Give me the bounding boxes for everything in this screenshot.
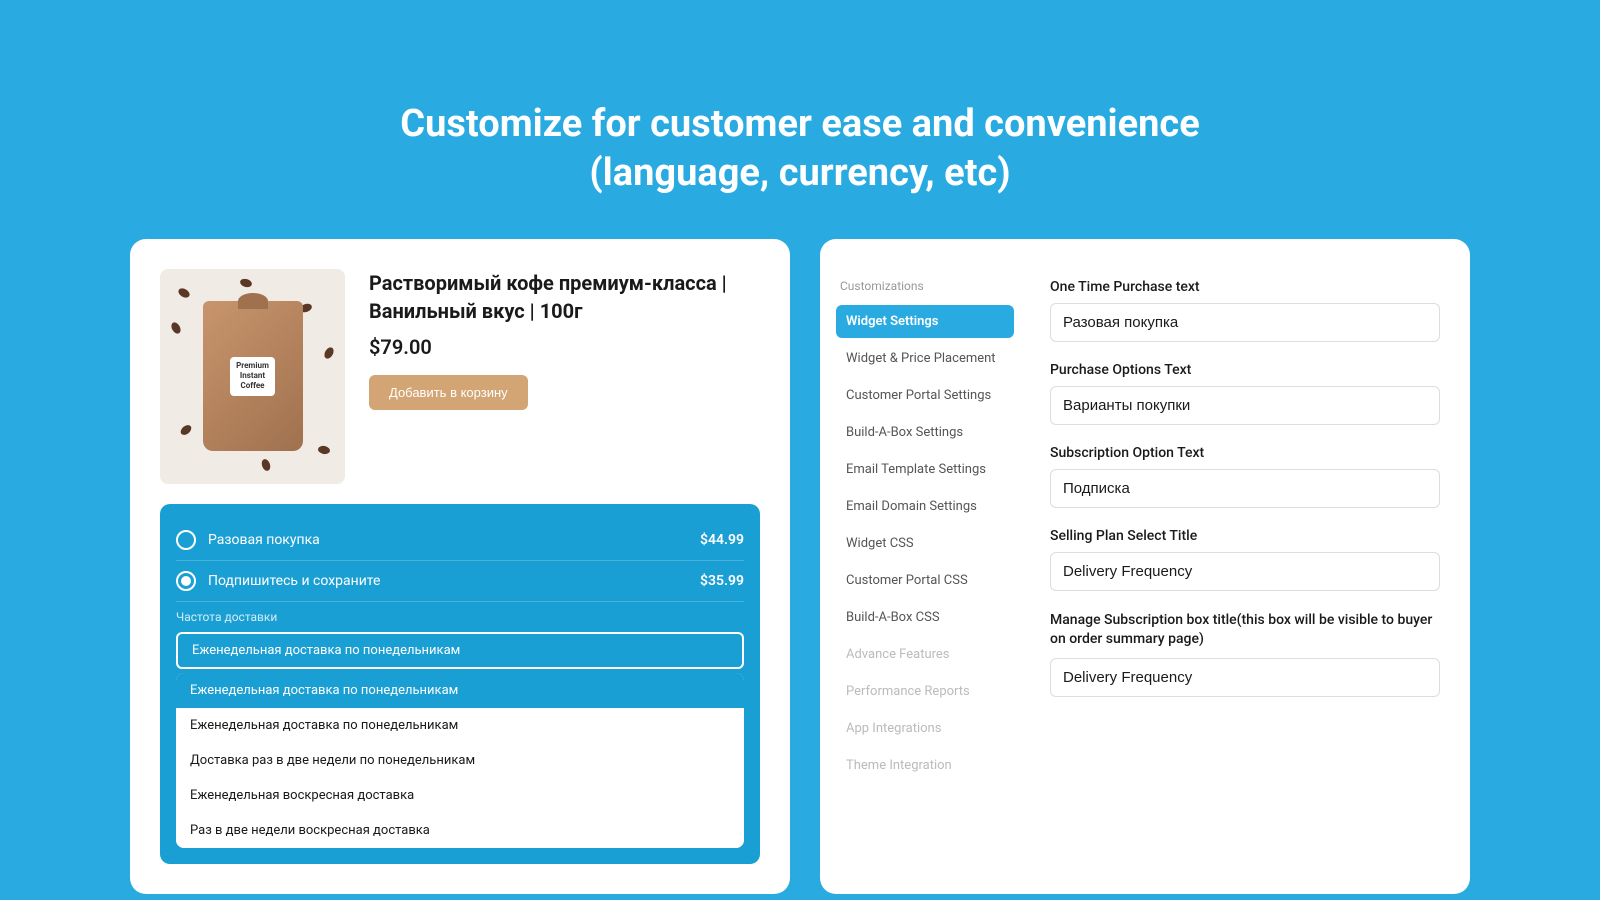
one-time-option[interactable]: Разовая покупка $44.99	[176, 520, 744, 561]
radio-one-time[interactable]	[176, 530, 196, 550]
frequency-item[interactable]: Раз в две недели воскресная доставка	[176, 813, 744, 848]
fields-container: One Time Purchase text Purchase Options T…	[1050, 279, 1440, 697]
field-label-3: Selling Plan Select Title	[1050, 528, 1440, 544]
sidebar-items: Widget Settings Widget & Price Placement C…	[836, 305, 1014, 782]
headline: Customize for customer ease and convenie…	[400, 50, 1199, 199]
field-label-1: Purchase Options Text	[1050, 362, 1440, 378]
one-time-label: Разовая покупка	[208, 532, 700, 548]
field-input-1[interactable]	[1050, 386, 1440, 425]
sidebar: Customizations Widget Settings Widget & P…	[820, 269, 1030, 864]
product-price: $79.00	[369, 335, 760, 359]
sidebar-item-customer-portal-settings[interactable]: Customer Portal Settings	[836, 379, 1014, 412]
purchase-options: Разовая покупка $44.99 Подпишитесь и сох…	[160, 504, 760, 864]
sidebar-item-build-a-box-css[interactable]: Build-A-Box CSS	[836, 601, 1014, 634]
sidebar-item-build-a-box-settings[interactable]: Build-A-Box Settings	[836, 416, 1014, 449]
field-input-4[interactable]	[1050, 658, 1440, 697]
product-title: Растворимый кофе премиум-класса | Ваниль…	[369, 269, 760, 325]
cards-container: Premium Instant Coffee Растворимый кофе …	[130, 239, 1470, 894]
radio-subscribe[interactable]	[176, 571, 196, 591]
product-image: Premium Instant Coffee	[160, 269, 345, 484]
field-input-2[interactable]	[1050, 469, 1440, 508]
sidebar-item-performance-reports: Performance Reports	[836, 675, 1014, 708]
right-card: Customizations Widget Settings Widget & P…	[820, 239, 1470, 894]
sidebar-item-email-domain-settings[interactable]: Email Domain Settings	[836, 490, 1014, 523]
field-label-4: Manage Subscription box title(this box w…	[1050, 611, 1440, 650]
field-input-3[interactable]	[1050, 552, 1440, 591]
product-section: Premium Instant Coffee Растворимый кофе …	[160, 269, 760, 484]
frequency-item[interactable]: Еженедельная доставка по понедельникам	[176, 673, 744, 708]
add-to-cart-button[interactable]: Добавить в корзину	[369, 375, 528, 410]
settings-field-3: Selling Plan Select Title	[1050, 528, 1440, 591]
subscribe-option[interactable]: Подпишитесь и сохраните $35.99	[176, 561, 744, 602]
settings-field-2: Subscription Option Text	[1050, 445, 1440, 508]
subscribe-label: Подпишитесь и сохраните	[208, 573, 700, 589]
sidebar-item-theme-integration: Theme Integration	[836, 749, 1014, 782]
left-card: Premium Instant Coffee Растворимый кофе …	[130, 239, 790, 894]
field-input-0[interactable]	[1050, 303, 1440, 342]
frequency-label: Частота доставки	[176, 610, 744, 624]
field-label-2: Subscription Option Text	[1050, 445, 1440, 461]
sidebar-item-email-template-settings[interactable]: Email Template Settings	[836, 453, 1014, 486]
frequency-dropdown: Еженедельная доставка по понедельникамЕж…	[176, 673, 744, 848]
frequency-selected[interactable]: Еженедельная доставка по понедельникам	[176, 632, 744, 669]
product-info: Растворимый кофе премиум-класса | Ваниль…	[369, 269, 760, 410]
headline-line1: Customize for customer ease and convenie…	[400, 100, 1199, 149]
headline-line2: (language, currency, etc)	[400, 149, 1199, 198]
sidebar-section-label: Customizations	[836, 279, 1014, 293]
sidebar-item-widget-settings[interactable]: Widget Settings	[836, 305, 1014, 338]
coffee-bag-image: Premium Instant Coffee	[203, 301, 303, 451]
field-label-0: One Time Purchase text	[1050, 279, 1440, 295]
frequency-item[interactable]: Доставка раз в две недели по понедельник…	[176, 743, 744, 778]
sidebar-item-widget-&-price-placement[interactable]: Widget & Price Placement	[836, 342, 1014, 375]
frequency-item[interactable]: Еженедельная доставка по понедельникам	[176, 708, 744, 743]
sidebar-item-app-integrations: App Integrations	[836, 712, 1014, 745]
settings-field-1: Purchase Options Text	[1050, 362, 1440, 425]
settings-field-4: Manage Subscription box title(this box w…	[1050, 611, 1440, 697]
subscribe-price: $35.99	[700, 573, 744, 589]
settings-field-0: One Time Purchase text	[1050, 279, 1440, 342]
settings-content: One Time Purchase text Purchase Options T…	[1030, 269, 1440, 864]
sidebar-item-customer-portal-css[interactable]: Customer Portal CSS	[836, 564, 1014, 597]
sidebar-item-widget-css[interactable]: Widget CSS	[836, 527, 1014, 560]
one-time-price: $44.99	[700, 532, 744, 548]
frequency-item[interactable]: Еженедельная воскресная доставка	[176, 778, 744, 813]
sidebar-item-advance-features: Advance Features	[836, 638, 1014, 671]
